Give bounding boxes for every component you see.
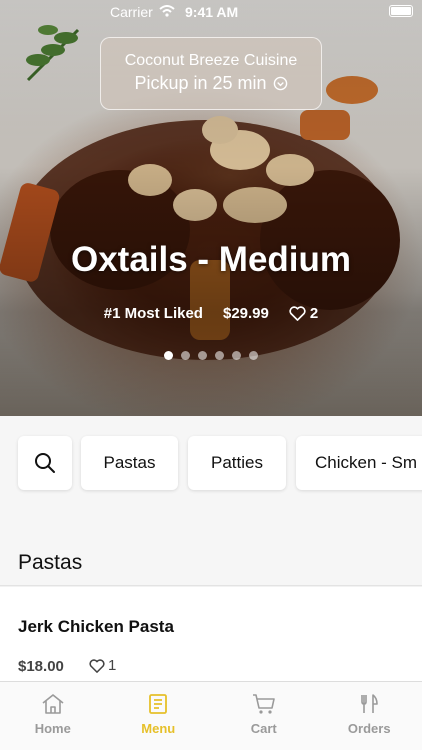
wifi-icon (159, 5, 175, 17)
tab-orders-label: Orders (347, 721, 391, 736)
tab-menu[interactable]: Menu (106, 682, 212, 750)
carousel-dot[interactable] (181, 351, 190, 360)
section-header: Pastas (0, 536, 422, 586)
pickup-selector[interactable]: Coconut Breeze Cuisine Pickup in 25 min (100, 37, 322, 110)
item-likes-value: 1 (108, 657, 117, 674)
chevron-down-circle-icon (273, 76, 287, 91)
clock: 9:41 AM (185, 4, 239, 20)
search-icon (35, 453, 55, 473)
menu-book-icon (149, 694, 168, 714)
tab-orders[interactable]: Orders (317, 682, 422, 750)
tab-home-label: Home (34, 721, 71, 736)
tab-cart[interactable]: Cart (211, 682, 317, 750)
tab-menu-label: Menu (141, 721, 176, 736)
category-chip-pastas[interactable]: Pastas (81, 436, 178, 490)
featured-dish-title: Oxtails - Medium (70, 240, 352, 279)
item-likes: 1 (89, 657, 116, 674)
heart-icon (289, 306, 306, 321)
rank-label: #1 Most Liked (103, 305, 203, 322)
restaurant-name: Coconut Breeze Cuisine (124, 52, 298, 69)
category-bar: Pastas Patties Chicken - Sm (0, 416, 422, 536)
pickup-time: Pickup in 25 min (134, 73, 267, 93)
likes-count: 2 (289, 305, 318, 322)
carousel-dot[interactable] (164, 351, 173, 360)
carousel-dot[interactable] (215, 351, 224, 360)
tab-bar: Home Menu Cart Orders (0, 681, 422, 750)
carousel-dot[interactable] (232, 351, 241, 360)
home-icon (42, 694, 64, 714)
carousel-dots[interactable] (0, 351, 422, 360)
menu-item[interactable]: Jerk Chicken Pasta $18.00 1 (0, 587, 422, 687)
tab-home[interactable]: Home (0, 682, 106, 750)
item-price: $18.00 (18, 658, 64, 675)
battery-icon (389, 5, 413, 17)
dish-price: $29.99 (222, 305, 269, 322)
carousel-dot[interactable] (249, 351, 258, 360)
likes-value: 2 (309, 305, 319, 322)
category-chip-patties[interactable]: Patties (188, 436, 286, 490)
heart-icon (89, 658, 105, 673)
tab-cart-label: Cart (250, 721, 277, 736)
carrier-label: Carrier (110, 4, 153, 20)
featured-hero[interactable]: Carrier 9:41 AM Coconut Breeze Cuisine P… (0, 0, 422, 416)
carousel-dot[interactable] (198, 351, 207, 360)
section-title: Pastas (18, 551, 83, 574)
status-bar: Carrier 9:41 AM (0, 0, 422, 24)
search-button[interactable] (18, 436, 72, 490)
item-name: Jerk Chicken Pasta (18, 617, 174, 636)
category-chip-chicken[interactable]: Chicken - Sm (296, 436, 422, 490)
cart-icon (252, 694, 275, 714)
utensils-icon (361, 694, 379, 713)
featured-dish-meta: #1 Most Liked $29.99 2 (0, 305, 422, 322)
